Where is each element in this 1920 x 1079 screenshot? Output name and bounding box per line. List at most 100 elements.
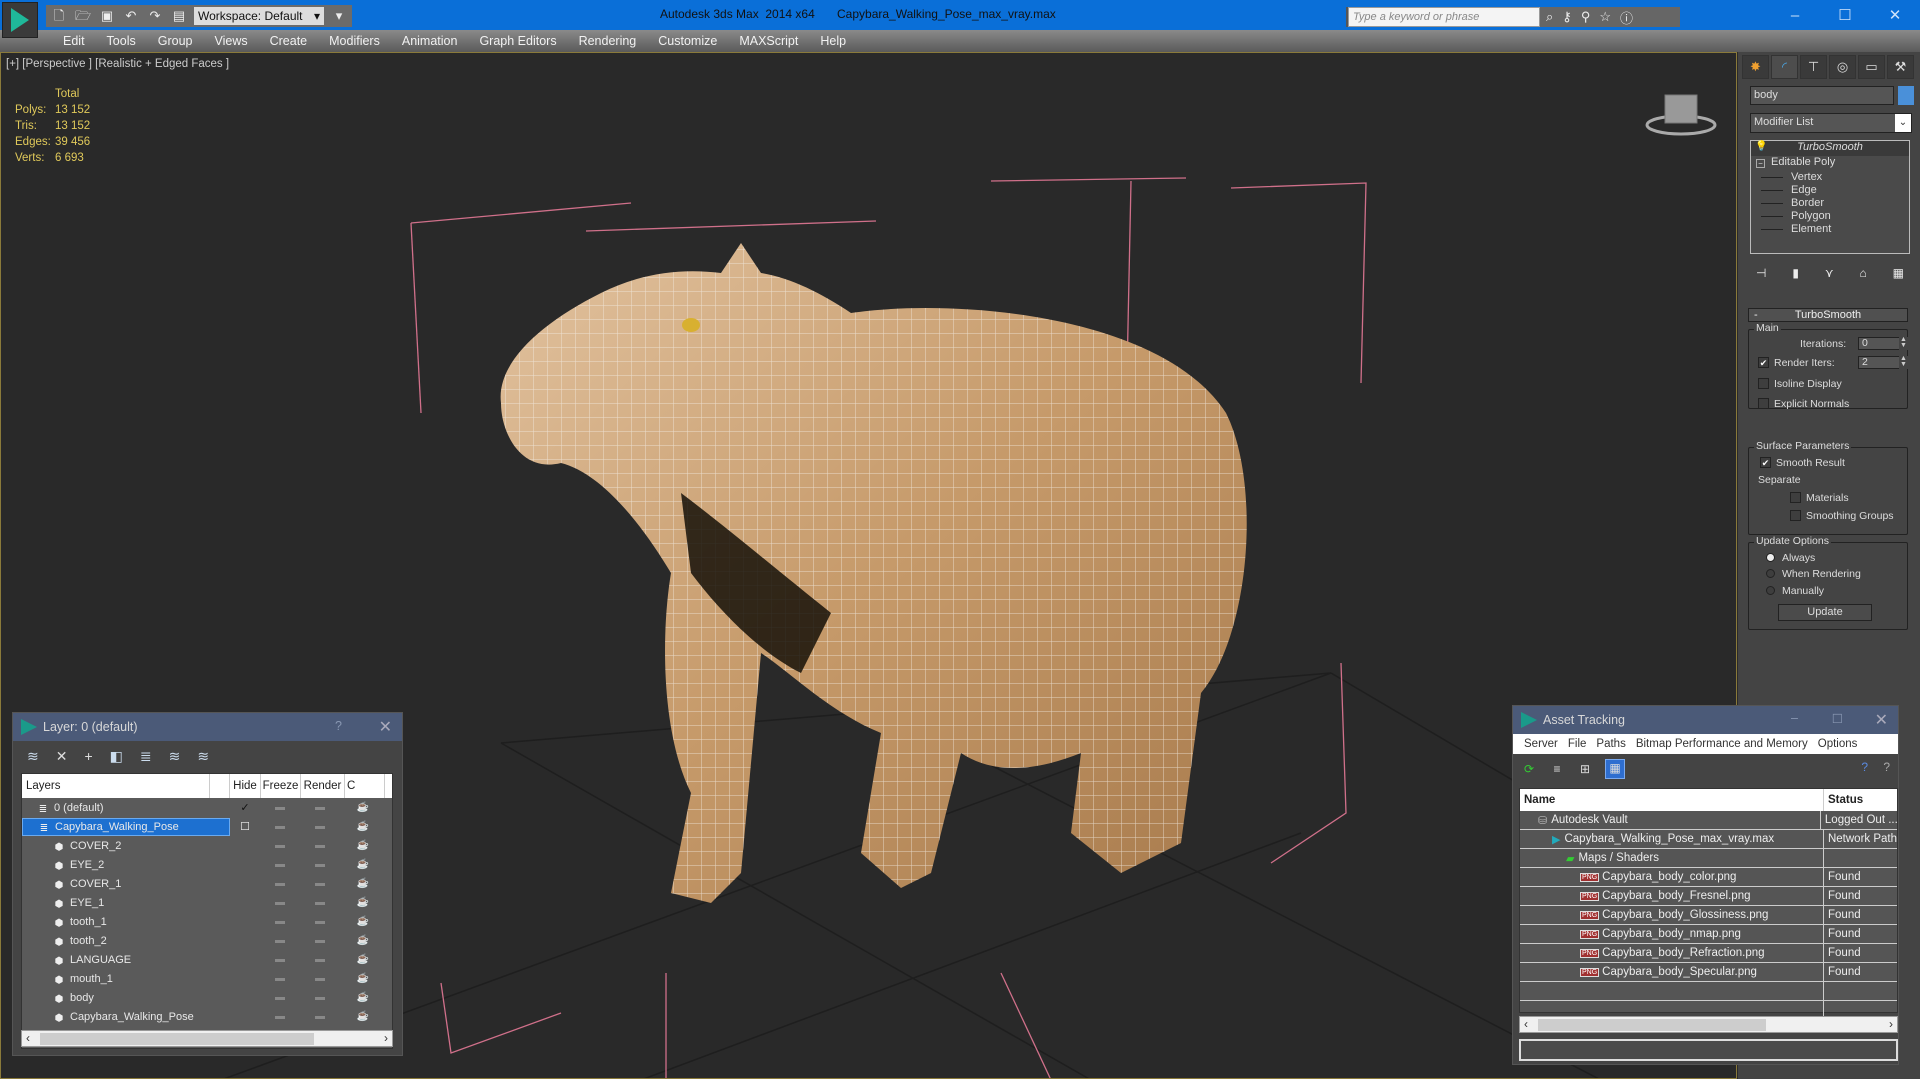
layer-name-cell[interactable]: ⬢ EYE_2 (22, 856, 230, 874)
table-view-icon[interactable]: ▦ (1605, 759, 1625, 779)
menu-group[interactable]: Group (147, 34, 204, 48)
menu-edit[interactable]: Edit (52, 34, 96, 48)
menu-customize[interactable]: Customize (647, 34, 728, 48)
subobject-vertex[interactable]: Vertex (1751, 171, 1909, 184)
layer-settings-icon[interactable]: ≋ (197, 748, 209, 765)
asset-row[interactable]: ▰ Maps / Shaders (1520, 849, 1897, 868)
layer-row[interactable]: ⬢ tooth_1 ▬ ▬ ☕ (22, 912, 392, 931)
stack-item-editable-poly[interactable]: − Editable Poly (1751, 156, 1909, 171)
render-teapot-icon[interactable]: ☕ (340, 859, 386, 870)
isoline-display-checkbox[interactable] (1758, 378, 1769, 389)
column-hide[interactable]: Hide (230, 774, 261, 798)
column-status[interactable]: Status (1824, 789, 1863, 811)
update-manually-radio[interactable] (1766, 586, 1775, 595)
asset-row[interactable]: ▶ Capybara_Walking_Pose_max_vray.max Netwo… (1520, 830, 1897, 849)
column-color[interactable]: C (345, 774, 385, 798)
layer-name-cell[interactable]: ⬢ mouth_1 (22, 970, 230, 988)
redo-icon[interactable]: ↷ (146, 8, 164, 24)
menu-bitmap-performance[interactable]: Bitmap Performance and Memory (1631, 738, 1813, 750)
hide-toggle[interactable]: ▬ (260, 916, 300, 927)
viewport-label[interactable]: [+] [Perspective ] [Realistic + Edged Fa… (6, 58, 229, 70)
layer-name-cell[interactable]: ⬢ body (22, 989, 230, 1007)
spinner-arrows-icon[interactable]: ▲ ▼ (1899, 336, 1908, 350)
modify-tab-icon[interactable]: ◜ (1771, 55, 1798, 79)
utilities-tab-icon[interactable]: ⚒ (1887, 55, 1914, 79)
scroll-right-icon[interactable]: › (1889, 1017, 1893, 1031)
column-render[interactable]: Render (301, 774, 345, 798)
menu-paths[interactable]: Paths (1591, 738, 1630, 750)
save-icon[interactable]: ▣ (98, 8, 116, 24)
minimize-icon[interactable]: – (1791, 711, 1798, 725)
menu-rendering[interactable]: Rendering (568, 34, 648, 48)
satellite-icon[interactable]: ⚲ (1581, 9, 1591, 25)
configure-modifier-sets-icon[interactable]: ▦ (1893, 266, 1904, 280)
freeze-toggle[interactable]: ▬ (300, 935, 340, 946)
asset-row[interactable]: PNG Capybara_body_Refraction.png Found (1520, 944, 1897, 963)
freeze-toggle[interactable]: ▬ (300, 821, 340, 832)
motion-tab-icon[interactable]: ◎ (1829, 55, 1856, 79)
render-teapot-icon[interactable]: ☕ (340, 821, 386, 832)
binoculars-icon[interactable]: ⌕ (1546, 9, 1553, 25)
column-name[interactable]: Name (1520, 789, 1824, 811)
render-teapot-icon[interactable]: ☕ (340, 992, 386, 1003)
layer-name-cell[interactable]: ⬢ tooth_1 (22, 913, 230, 931)
layer-row[interactable]: ⬢ COVER_2 ▬ ▬ ☕ (22, 836, 392, 855)
scroll-left-icon[interactable]: ‹ (26, 1031, 30, 1045)
layer-row[interactable]: ⬢ tooth_2 ▬ ▬ ☕ (22, 931, 392, 950)
column-current[interactable] (210, 774, 230, 798)
horizontal-scrollbar[interactable]: ‹ › (1519, 1016, 1898, 1033)
workspace-dropdown[interactable]: Workspace: Default ▾ (194, 7, 324, 25)
hide-toggle[interactable]: ▬ (260, 897, 300, 908)
layer-name-cell[interactable]: ⬢ EYE_1 (22, 894, 230, 912)
menu-help[interactable]: Help (809, 34, 857, 48)
freeze-toggle[interactable]: ▬ (300, 973, 340, 984)
spinner-arrows-icon[interactable]: ▲ ▼ (1899, 355, 1908, 369)
scroll-right-icon[interactable]: › (384, 1031, 388, 1045)
scroll-left-icon[interactable]: ‹ (1524, 1017, 1528, 1031)
layer-row[interactable]: ⬢ mouth_1 ▬ ▬ ☕ (22, 969, 392, 988)
update-button[interactable]: Update (1778, 604, 1872, 621)
asset-row[interactable]: PNG Capybara_body_color.png Found (1520, 868, 1897, 887)
asset-row[interactable]: PNG Capybara_body_nmap.png Found (1520, 925, 1897, 944)
app-logo-button[interactable] (2, 2, 38, 38)
update-when-rendering-radio[interactable] (1766, 569, 1775, 578)
hide-toggle[interactable]: ▬ (260, 878, 300, 889)
viewcube[interactable] (1641, 89, 1721, 139)
layer-name-cell[interactable]: ≣ 0 (default) (22, 799, 230, 817)
current-layer-toggle[interactable]: ✓ (230, 801, 260, 814)
object-name-field[interactable]: body (1750, 86, 1894, 105)
horizontal-scrollbar[interactable]: ‹ › (21, 1030, 393, 1047)
hide-toggle[interactable]: ▬ (260, 973, 300, 984)
select-layer-icon[interactable]: ≣ (140, 748, 152, 765)
undo-icon[interactable]: ↶ (122, 8, 140, 24)
scrollbar-thumb[interactable] (40, 1033, 314, 1045)
minimize-button[interactable]: – (1770, 0, 1820, 30)
freeze-toggle[interactable]: ▬ (300, 897, 340, 908)
turbosmooth-rollout-header[interactable]: - TurboSmooth (1748, 308, 1908, 322)
materials-checkbox[interactable] (1790, 492, 1801, 503)
render-iters-spinner[interactable]: 2 (1858, 356, 1900, 369)
modifier-list-dropdown[interactable]: Modifier List ⌄ (1750, 113, 1912, 133)
layer-name-cell[interactable]: ⬢ COVER_2 (22, 837, 230, 855)
display-tab-icon[interactable]: ▭ (1858, 55, 1885, 79)
smoothing-groups-checkbox[interactable] (1790, 510, 1801, 521)
stack-item-turbosmooth[interactable]: 💡 TurboSmooth (1751, 141, 1909, 156)
freeze-toggle[interactable]: ▬ (300, 802, 340, 813)
menu-tools[interactable]: Tools (96, 34, 147, 48)
menu-options[interactable]: Options (1813, 738, 1863, 750)
render-teapot-icon[interactable]: ☕ (340, 954, 386, 965)
freeze-toggle[interactable]: ▬ (300, 878, 340, 889)
scrollbar-thumb[interactable] (1538, 1019, 1766, 1031)
layer-row[interactable]: ⬢ EYE_1 ▬ ▬ ☕ (22, 893, 392, 912)
delete-layer-icon[interactable]: ✕ (56, 748, 68, 765)
hierarchy-tab-icon[interactable]: ⊤ (1800, 55, 1827, 79)
layer-row[interactable]: ≣ 0 (default) ✓ ▬ ▬ ☕ (22, 798, 392, 817)
asset-row[interactable]: PNG Capybara_body_Fresnel.png Found (1520, 887, 1897, 906)
subobject-element[interactable]: Element (1751, 223, 1909, 236)
update-always-radio[interactable] (1766, 553, 1775, 562)
maximize-button[interactable]: ☐ (1820, 0, 1870, 30)
render-iters-checkbox[interactable]: ✔ (1758, 357, 1769, 368)
create-tab-icon[interactable]: ✸ (1742, 55, 1769, 79)
hide-toggle[interactable]: ▬ (260, 840, 300, 851)
layer-row[interactable]: ⬢ Capybara_Walking_Pose ▬ ▬ ☕ (22, 1007, 392, 1026)
